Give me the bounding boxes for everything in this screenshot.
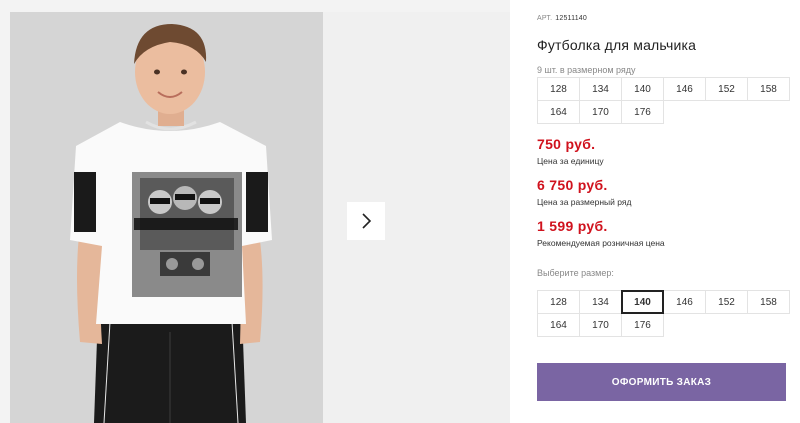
article-value: 12511140 [555, 15, 587, 22]
pack-size-cell: 152 [705, 77, 748, 101]
size-option[interactable]: 134 [579, 290, 622, 314]
next-photo-button[interactable] [347, 202, 385, 240]
order-button[interactable]: ОФОРМИТЬ ЗАКАЗ [537, 363, 786, 401]
product-title: Футболка для мальчика [537, 37, 697, 53]
article-label: АРТ. [537, 15, 553, 22]
product-gallery [0, 0, 510, 423]
pack-size-cell: 140 [621, 77, 664, 101]
size-option[interactable]: 140 [621, 290, 664, 314]
size-option[interactable]: 170 [579, 313, 622, 337]
pack-size-cell: 146 [663, 77, 706, 101]
retail-price: 1 599 руб. [537, 218, 608, 234]
pack-size-cell: 134 [579, 77, 622, 101]
size-option[interactable]: 164 [537, 313, 580, 337]
boy-in-tshirt-image [10, 12, 323, 423]
pack-size-cell: 176 [621, 100, 664, 124]
size-option[interactable]: 146 [663, 290, 706, 314]
size-picker-grid: 128 134 140 146 152 158 164 170 176 [537, 290, 790, 337]
pack-size-cell: 164 [537, 100, 580, 124]
pack-size-cell: 158 [747, 77, 790, 101]
pack-size-cell: 128 [537, 77, 580, 101]
retail-price-note: Рекомендуемая розничная цена [537, 238, 665, 248]
pack-size-cell: 170 [579, 100, 622, 124]
size-option[interactable]: 158 [747, 290, 790, 314]
article-number: АРТ. 12511140 [537, 15, 587, 22]
unit-price: 750 руб. [537, 136, 596, 152]
pack-size-label: 9 шт. в размерном ряду [537, 65, 636, 75]
chevron-right-icon [362, 213, 372, 229]
product-photo [10, 12, 323, 423]
pack-size-grid: 128 134 140 146 152 158 164 170 176 [537, 77, 790, 124]
size-option[interactable]: 176 [621, 313, 664, 337]
pack-price: 6 750 руб. [537, 177, 608, 193]
size-option[interactable]: 128 [537, 290, 580, 314]
size-option[interactable]: 152 [705, 290, 748, 314]
pack-price-note: Цена за размерный ряд [537, 197, 632, 207]
unit-price-note: Цена за единицу [537, 156, 604, 166]
choose-size-label: Выберите размер: [537, 268, 614, 278]
